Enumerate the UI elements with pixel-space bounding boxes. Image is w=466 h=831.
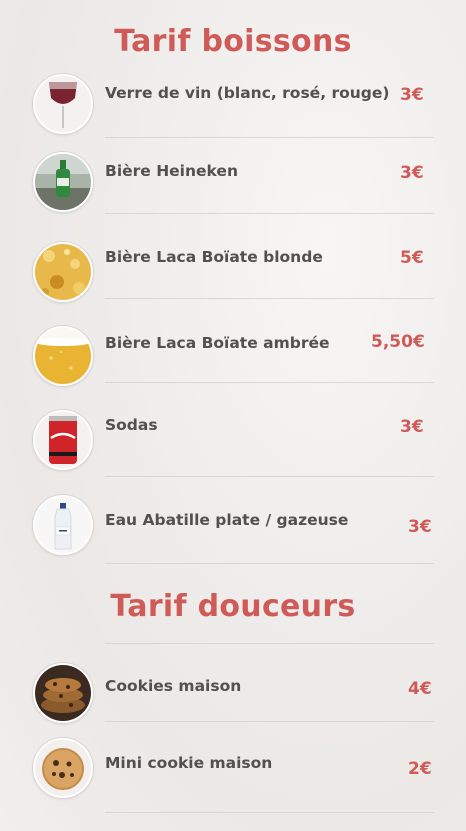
divider xyxy=(105,563,434,564)
item-price: 3€ xyxy=(400,85,424,105)
soda-can-icon xyxy=(33,410,93,470)
drinks-title: Tarif boissons xyxy=(114,24,352,59)
divider xyxy=(105,643,434,644)
item-price: 2€ xyxy=(408,759,432,779)
item-price: 3€ xyxy=(408,517,432,537)
wine-glass-icon xyxy=(33,74,93,134)
sweets-title: Tarif douceurs xyxy=(110,589,356,624)
divider xyxy=(105,137,434,138)
item-name: Mini cookie maison xyxy=(105,754,273,772)
beer-glass-amber-icon xyxy=(33,326,93,386)
item-price: 4€ xyxy=(408,679,432,699)
divider xyxy=(105,213,434,214)
beer-glass-blonde-icon xyxy=(33,242,93,302)
item-name: Verre de vin (blanc, rosé, rouge) xyxy=(105,84,390,102)
item-name: Bière Laca Boïate blonde xyxy=(105,248,323,266)
divider xyxy=(105,476,434,477)
item-name: Bière Heineken xyxy=(105,162,238,180)
divider xyxy=(105,298,434,299)
mini-cookie-icon xyxy=(33,738,93,798)
item-name: Bière Laca Boïate ambrée xyxy=(105,334,330,352)
item-price: 3€ xyxy=(400,417,424,437)
beer-bottle-icon xyxy=(33,152,93,212)
divider xyxy=(105,382,434,383)
item-name: Sodas xyxy=(105,416,158,434)
cookie-stack-icon xyxy=(33,663,93,723)
item-price: 3€ xyxy=(400,163,424,183)
water-bottle-icon xyxy=(33,495,93,555)
item-name: Eau Abatille plate / gazeuse xyxy=(105,511,349,529)
divider xyxy=(105,721,434,722)
item-name: Cookies maison xyxy=(105,677,242,695)
item-price: 5,50€ xyxy=(371,332,425,352)
divider xyxy=(105,812,434,813)
item-price: 5€ xyxy=(400,248,424,268)
